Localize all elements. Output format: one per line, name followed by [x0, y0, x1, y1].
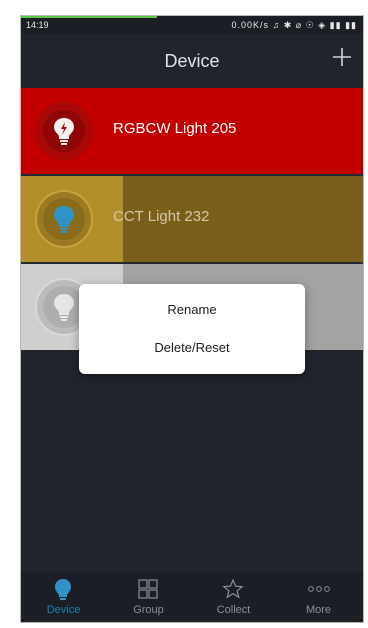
row-divider	[21, 262, 363, 263]
delete-reset-menu-item[interactable]: Delete/Reset	[79, 329, 305, 367]
device-name: CCT Light 232	[113, 208, 210, 225]
page-title: Device	[164, 51, 220, 71]
tab-label: More	[305, 604, 332, 616]
tab-more[interactable]: More	[276, 572, 361, 622]
tab-collect[interactable]: Collect	[191, 572, 276, 622]
bulb-icon	[55, 579, 71, 600]
phone-screen: 14:19 0.00K/s ♫ ✱ ⌀ ☉ ◈ ▮▮ ▮▮ Device RGB…	[20, 15, 364, 623]
tab-device[interactable]: Device	[21, 572, 106, 622]
tab-group[interactable]: Group	[106, 572, 191, 622]
title-bar: Device	[21, 34, 363, 87]
tab-label: Group	[133, 604, 164, 616]
device-row[interactable]: RGBCW Light 205	[21, 88, 363, 174]
row-divider	[21, 174, 363, 175]
device-name: RGBCW Light 205	[113, 120, 237, 137]
plus-icon	[331, 43, 353, 74]
device-icon-button[interactable]	[35, 190, 93, 248]
status-indicators: 0.00K/s ♫ ✱ ⌀ ☉ ◈ ▮▮ ▮▮	[231, 20, 357, 30]
status-bar: 14:19 0.00K/s ♫ ✱ ⌀ ☉ ◈ ▮▮ ▮▮	[21, 16, 363, 34]
device-row[interactable]: CCT Light 232	[21, 176, 363, 262]
bottom-tab-bar: Device Group Collect More	[21, 572, 363, 622]
rename-menu-item[interactable]: Rename	[79, 291, 305, 329]
star-icon	[222, 578, 244, 599]
grid-icon	[138, 579, 158, 599]
load-progress-bar	[21, 16, 157, 18]
status-time: 14:19	[26, 20, 49, 30]
tab-label: Device	[46, 604, 81, 616]
bulb-lightning-icon	[43, 110, 85, 152]
context-menu: Rename Delete/Reset	[79, 284, 305, 374]
add-device-button[interactable]	[331, 45, 353, 73]
tab-label: Collect	[216, 604, 251, 616]
device-icon-button[interactable]	[35, 102, 93, 160]
bulb-icon	[43, 198, 85, 240]
more-dots-icon	[308, 586, 330, 592]
